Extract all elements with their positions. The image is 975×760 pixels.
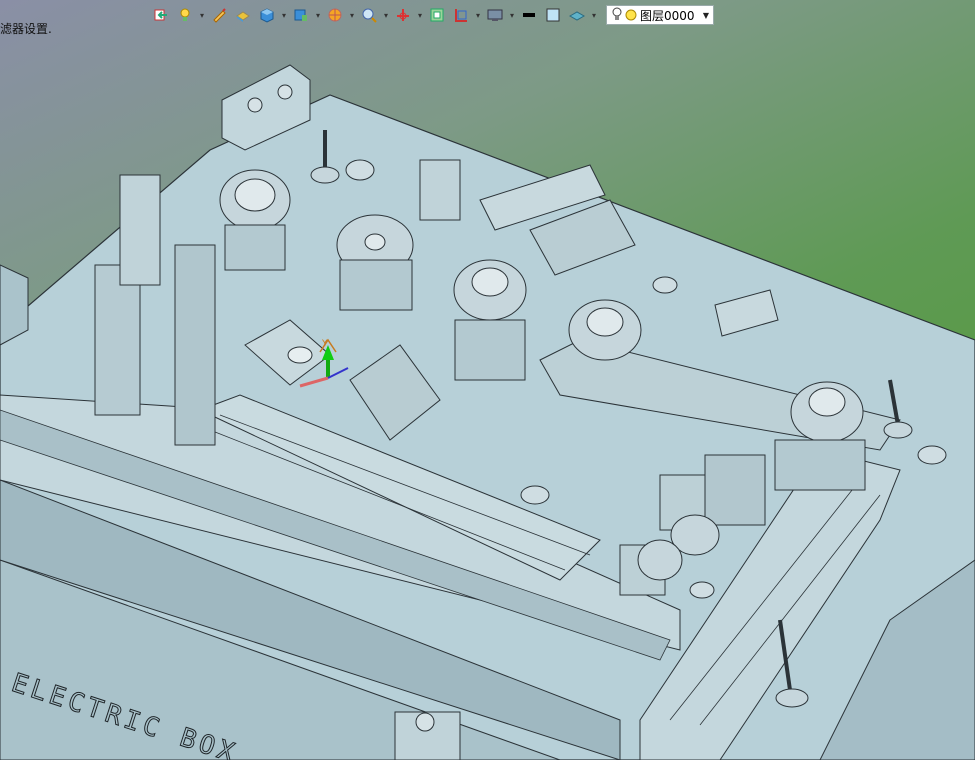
light-icon[interactable] [174,5,196,25]
chevron-down-icon[interactable]: ▾ [508,11,516,20]
chevron-down-icon[interactable]: ▾ [590,11,598,20]
import-icon[interactable] [150,5,172,25]
grid-icon[interactable] [426,5,448,25]
chevron-down-icon[interactable]: ▾ [314,11,322,20]
cube-icon[interactable] [256,5,278,25]
chevron-down-icon[interactable]: ▾ [348,11,356,20]
pen-icon[interactable] [208,5,230,25]
chevron-down-icon[interactable]: ▾ [474,11,482,20]
bulb-icon[interactable] [611,6,623,25]
view-cube-icon[interactable] [290,5,312,25]
zoom-icon[interactable] [358,5,380,25]
rotary-unit-3 [453,259,527,381]
layer-shape-icon[interactable] [566,5,588,25]
layer-select[interactable]: 图层0000 ▼ [606,5,714,25]
rotary-unit-1 [219,169,291,271]
fill-color-icon[interactable] [542,5,564,25]
view-toolbar: ▾ ▾ ▾ ▾ ▾ ▾ ▾ ▾ ▾ 图层0000 ▼ [150,4,714,26]
chevron-down-icon[interactable]: ▾ [280,11,288,20]
left-column [94,264,141,416]
sun-icon[interactable] [324,5,346,25]
frame-icon[interactable] [450,5,472,25]
chevron-down-icon[interactable]: ▾ [382,11,390,20]
monitor-icon[interactable] [484,5,506,25]
rotary-unit-4 [568,299,642,361]
rotary-unit-2 [336,214,414,311]
layer-select-value: 图层0000 [640,8,695,23]
machine-model[interactable]: Y ELECTRIC BOX [0,0,975,760]
3d-viewport[interactable]: Y ELECTRIC BOX 滤器设置. ▾ ▾ ▾ ▾ ▾ ▾ ▾ ▾ ▾ 图… [0,0,975,760]
chevron-down-icon[interactable]: ▾ [416,11,424,20]
chevron-down-icon[interactable]: ▼ [703,11,709,20]
axis-icon[interactable] [392,5,414,25]
status-text: 滤器设置. [0,22,52,36]
sun-status-icon[interactable] [625,6,637,25]
block-icon[interactable] [232,5,254,25]
line-color-icon[interactable] [518,5,540,25]
chevron-down-icon[interactable]: ▾ [198,11,206,20]
svg-text:Y: Y [321,339,328,349]
